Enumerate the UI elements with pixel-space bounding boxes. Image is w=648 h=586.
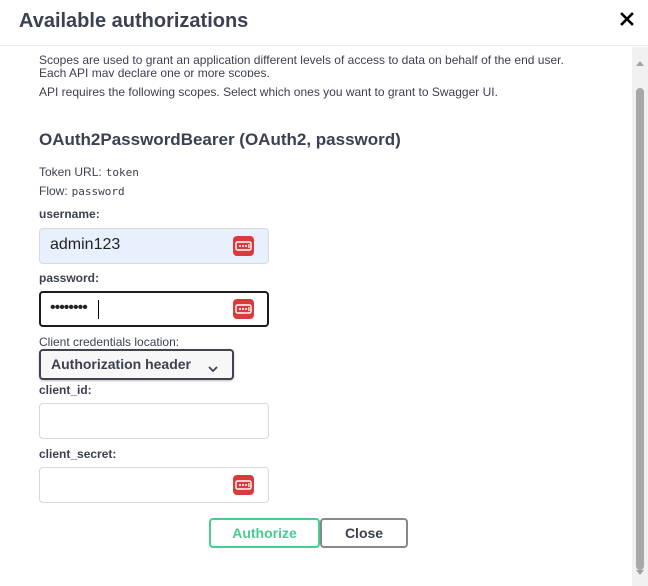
client-secret-field[interactable]	[39, 467, 269, 503]
password-manager-icon[interactable]	[233, 475, 254, 495]
client-id-field[interactable]	[39, 403, 269, 439]
client-id-label: client_id:	[39, 383, 92, 397]
client-location-select[interactable]: Authorization header	[39, 349, 234, 380]
token-url: Token URL: token	[39, 165, 139, 179]
scopes-description: Scopes are used to grant an application …	[39, 53, 564, 67]
password-manager-icon[interactable]	[233, 236, 254, 256]
client-location-label: Client credentials location:	[39, 335, 180, 349]
username-field[interactable]: admin123	[39, 228, 269, 264]
text-caret	[98, 300, 99, 319]
scheme-title: OAuth2PasswordBearer (OAuth2, password)	[39, 130, 401, 149]
token-url-label: Token URL:	[39, 165, 102, 179]
scrollbar-thumb[interactable]	[636, 88, 644, 570]
token-url-value: token	[105, 166, 139, 179]
client-secret-label: client_secret:	[39, 447, 117, 461]
client-location-value: Authorization header	[51, 356, 192, 372]
username-label: username:	[39, 207, 100, 221]
password-value: ••••••••	[50, 299, 88, 316]
scroll-down-arrow-icon[interactable]	[636, 562, 644, 580]
password-field[interactable]: ••••••••	[39, 291, 269, 327]
close-button[interactable]: Close	[320, 518, 408, 548]
flow: Flow: password	[39, 184, 125, 198]
password-label: password:	[39, 271, 100, 285]
authorize-button[interactable]: Authorize	[209, 518, 320, 548]
flow-value: password	[71, 185, 125, 198]
scroll-up-arrow-icon[interactable]	[636, 53, 644, 71]
scopes-instruction: API requires the following scopes. Selec…	[39, 85, 498, 99]
modal-content: Scopes are used to grant an application …	[0, 47, 632, 586]
flow-label: Flow:	[39, 184, 68, 198]
username-value: admin123	[50, 236, 121, 253]
password-manager-icon[interactable]	[233, 299, 254, 319]
chevron-down-icon	[208, 360, 218, 378]
modal-header: Available authorizations	[0, 0, 648, 46]
scopes-description-2: Each API may declare one or more scopes.	[39, 66, 270, 77]
close-icon[interactable]	[620, 12, 634, 26]
scrollbar[interactable]	[632, 47, 648, 586]
modal-title: Available authorizations	[19, 10, 249, 32]
